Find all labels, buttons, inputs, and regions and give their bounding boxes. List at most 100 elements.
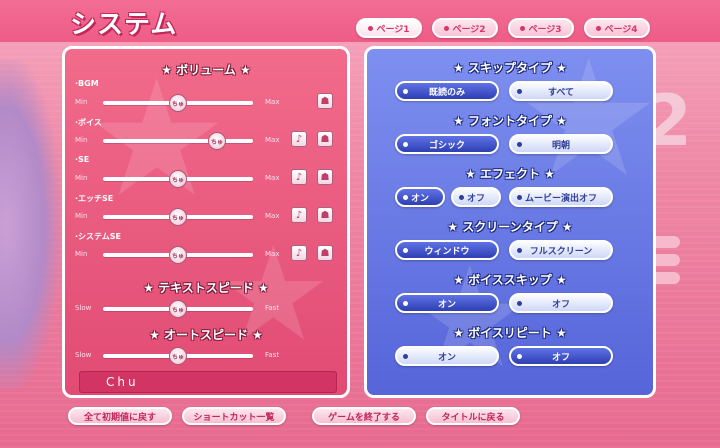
slow-label: Slow bbox=[75, 351, 92, 359]
star-decoration-icon: ★ bbox=[407, 237, 533, 398]
voice-label: ·ボイス bbox=[75, 118, 102, 127]
page-tabs: ページ1 ページ2 ページ3 ページ4 bbox=[356, 18, 650, 38]
system-se-label: ·システムSE bbox=[75, 232, 122, 241]
radio-dot-icon bbox=[403, 248, 408, 253]
voice-repeat-on-option[interactable]: オン bbox=[395, 346, 499, 366]
voice-skip-off-option[interactable]: オフ bbox=[509, 293, 613, 313]
slider-knob[interactable]: ちゅ bbox=[169, 94, 187, 112]
tab-selected-dot-icon bbox=[368, 25, 374, 31]
effect-movie-off-option[interactable]: ムービー演出オフ bbox=[509, 187, 613, 207]
radio-dot-icon bbox=[517, 195, 522, 200]
tab-page-2[interactable]: ページ2 bbox=[432, 18, 498, 38]
voice-volume-slider[interactable]: ちゅ bbox=[103, 132, 253, 150]
min-label: Min bbox=[75, 136, 88, 144]
slider-knob[interactable]: ちゅ bbox=[208, 132, 226, 150]
effect-title: ★ エフェクト ★ bbox=[465, 167, 555, 181]
font-mincho-option[interactable]: 明朝 bbox=[509, 134, 613, 154]
screen-type-title: ★ スクリーンタイプ ★ bbox=[447, 220, 573, 234]
text-speed-title: ★ テキストスピード ★ bbox=[143, 281, 269, 295]
h-se-test-button[interactable]: ☗ bbox=[317, 207, 333, 223]
radio-dot-icon bbox=[403, 142, 408, 147]
tab-dot-icon bbox=[596, 25, 602, 31]
system-se-test-button[interactable]: ☗ bbox=[317, 245, 333, 261]
fast-label: Fast bbox=[265, 351, 280, 359]
option-label: オン bbox=[410, 193, 429, 204]
bgm-test-button[interactable]: ☗ bbox=[317, 93, 333, 109]
bgm-label: ·BGM bbox=[75, 79, 99, 88]
skip-all-option[interactable]: すべて bbox=[509, 81, 613, 101]
radio-dot-icon bbox=[517, 354, 522, 359]
text-speed-slider[interactable]: ちゅ bbox=[103, 300, 253, 318]
radio-dot-icon bbox=[517, 89, 522, 94]
radio-dot-icon bbox=[517, 301, 522, 306]
option-label: ウィンドウ bbox=[424, 246, 470, 257]
system-se-note-button[interactable]: ♪ bbox=[291, 245, 307, 261]
h-se-label: ·エッチSE bbox=[75, 194, 114, 203]
tab-page-3[interactable]: ページ3 bbox=[508, 18, 574, 38]
display-settings-panel: ★ ★ ★ スキップタイプ ★ 既読のみ すべて ★ フォントタイプ ★ ゴシッ… bbox=[364, 46, 656, 398]
option-label: オン bbox=[437, 352, 456, 363]
slider-knob[interactable]: ちゅ bbox=[169, 208, 187, 226]
min-label: Min bbox=[75, 250, 88, 258]
option-label: フルスクリーン bbox=[529, 246, 593, 257]
voice-repeat-off-option[interactable]: オフ bbox=[509, 346, 613, 366]
voice-note-button[interactable]: ♪ bbox=[291, 131, 307, 147]
font-gothic-option[interactable]: ゴシック bbox=[395, 134, 499, 154]
se-note-button[interactable]: ♪ bbox=[291, 169, 307, 185]
option-label: オフ bbox=[466, 193, 485, 204]
h-se-note-button[interactable]: ♪ bbox=[291, 207, 307, 223]
option-label: ゴシック bbox=[428, 140, 465, 151]
fast-label: Fast bbox=[265, 304, 280, 312]
option-label: オフ bbox=[551, 299, 570, 310]
reset-defaults-button[interactable]: 全て初期値に戻す bbox=[68, 407, 172, 425]
tab-dot-icon bbox=[444, 25, 450, 31]
slider-knob[interactable]: ちゅ bbox=[169, 246, 187, 264]
voice-skip-title: ★ ボイススキップ ★ bbox=[453, 273, 567, 287]
text-preview-box: Chu bbox=[79, 371, 337, 393]
radio-dot-icon bbox=[403, 301, 408, 306]
radio-dot-icon bbox=[517, 248, 522, 253]
page-title: システム bbox=[70, 10, 178, 40]
max-label: Max bbox=[265, 174, 280, 182]
max-label: Max bbox=[265, 136, 280, 144]
radio-dot-icon bbox=[517, 142, 522, 147]
slider-knob[interactable]: ちゅ bbox=[169, 300, 187, 318]
option-label: ムービー演出オフ bbox=[524, 193, 597, 204]
min-label: Min bbox=[75, 174, 88, 182]
tab-label: ページ1 bbox=[376, 24, 410, 35]
h-se-volume-slider[interactable]: ちゅ bbox=[103, 208, 253, 226]
radio-dot-icon bbox=[403, 354, 408, 359]
slider-knob[interactable]: ちゅ bbox=[169, 170, 187, 188]
screen-window-option[interactable]: ウィンドウ bbox=[395, 240, 499, 260]
max-label: Max bbox=[265, 250, 280, 258]
option-label: 明朝 bbox=[551, 140, 570, 151]
background-character-hair bbox=[0, 60, 60, 390]
se-test-button[interactable]: ☗ bbox=[317, 169, 333, 185]
quit-game-button[interactable]: ゲームを終了する bbox=[312, 407, 416, 425]
voice-skip-on-option[interactable]: オン bbox=[395, 293, 499, 313]
shortcut-list-button[interactable]: ショートカット一覧 bbox=[182, 407, 286, 425]
se-volume-slider[interactable]: ちゅ bbox=[103, 170, 253, 188]
min-label: Min bbox=[75, 98, 88, 106]
auto-speed-slider[interactable]: ちゅ bbox=[103, 347, 253, 365]
max-label: Max bbox=[265, 212, 280, 220]
system-se-volume-slider[interactable]: ちゅ bbox=[103, 246, 253, 264]
skip-read-only-option[interactable]: 既読のみ bbox=[395, 81, 499, 101]
option-label: オフ bbox=[551, 352, 570, 363]
max-label: Max bbox=[265, 98, 280, 106]
screen-fullscreen-option[interactable]: フルスクリーン bbox=[509, 240, 613, 260]
tab-label: ページ4 bbox=[604, 24, 638, 35]
tab-page-1[interactable]: ページ1 bbox=[356, 18, 422, 38]
bgm-volume-slider[interactable]: ちゅ bbox=[103, 94, 253, 112]
option-label: すべて bbox=[547, 87, 574, 98]
tab-page-4[interactable]: ページ4 bbox=[584, 18, 650, 38]
effect-on-option[interactable]: オン bbox=[395, 187, 445, 207]
option-label: 既読のみ bbox=[428, 87, 465, 98]
voice-test-button[interactable]: ☗ bbox=[317, 131, 333, 147]
slider-knob[interactable]: ちゅ bbox=[169, 347, 187, 365]
radio-dot-icon bbox=[403, 195, 408, 200]
tab-label: ページ2 bbox=[452, 24, 486, 35]
sound-settings-panel: ★ ★ ★ ボリューム ★ ·BGM Min ちゅ Max ☗ ·ボイス Min… bbox=[62, 46, 350, 398]
return-to-title-button[interactable]: タイトルに戻る bbox=[426, 407, 520, 425]
effect-off-option[interactable]: オフ bbox=[451, 187, 501, 207]
